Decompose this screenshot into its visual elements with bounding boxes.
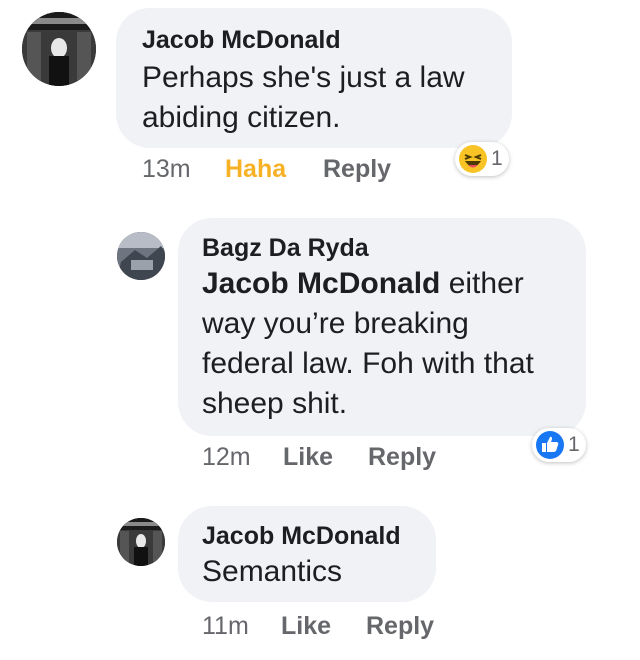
timestamp-text[interactable]: 13m [142, 155, 191, 183]
avatar[interactable] [117, 232, 165, 280]
haha-emoji-icon [459, 145, 487, 173]
reply-button[interactable]: Reply [323, 155, 391, 184]
comment-text-line: sheep shit. [202, 387, 348, 420]
like-thumb-icon [536, 431, 564, 459]
comment-text-line: abiding citizen. [142, 101, 341, 134]
comment-timestamp[interactable]: 12m [202, 443, 251, 472]
reaction-summary[interactable]: 1 [455, 142, 509, 176]
comment-author[interactable]: Jacob McDonald [202, 522, 401, 551]
comment-mention[interactable]: Jacob McDonald [202, 267, 440, 300]
reply-button[interactable]: Reply [368, 443, 436, 472]
comment-timestamp[interactable]: 11m [202, 612, 249, 641]
comment-timestamp[interactable]: 13m [142, 155, 191, 184]
reaction-count: 1 [491, 147, 503, 170]
comment-text-line: federal law. Foh with that [202, 347, 534, 380]
avatar-image [22, 12, 96, 86]
timestamp-text[interactable]: 12m [202, 443, 251, 471]
comment-jacob-reply: Jacob McDonald Semantics 11m Like Reply [0, 490, 640, 660]
comment-bagz-reply: Bagz Da Ryda Jacob McDonald either way y… [0, 200, 640, 490]
comment-text-line: Semantics [202, 555, 343, 588]
like-button[interactable]: Like [281, 612, 331, 641]
comment-text-line: Perhaps she's just a law [142, 61, 465, 94]
comment-text-line: Jacob McDonald either [202, 264, 524, 304]
reaction-summary[interactable]: 1 [532, 428, 586, 462]
comment-author[interactable]: Bagz Da Ryda [202, 234, 369, 263]
avatar[interactable] [22, 12, 96, 86]
timestamp-text[interactable]: 11m [202, 612, 249, 640]
comment-text-fragment: either [440, 267, 524, 300]
comment-jacob-1: Jacob McDonald Perhaps she's just a law … [0, 0, 640, 200]
comment-text-line: way you’re breaking [202, 307, 469, 340]
avatar-image [117, 232, 165, 280]
like-button[interactable]: Like [283, 443, 333, 472]
haha-reaction-button[interactable]: Haha [225, 155, 286, 184]
avatar[interactable] [117, 518, 165, 566]
reply-button[interactable]: Reply [366, 612, 434, 641]
comment-author[interactable]: Jacob McDonald [142, 26, 341, 55]
reaction-count: 1 [568, 433, 580, 456]
avatar-image [117, 518, 165, 566]
